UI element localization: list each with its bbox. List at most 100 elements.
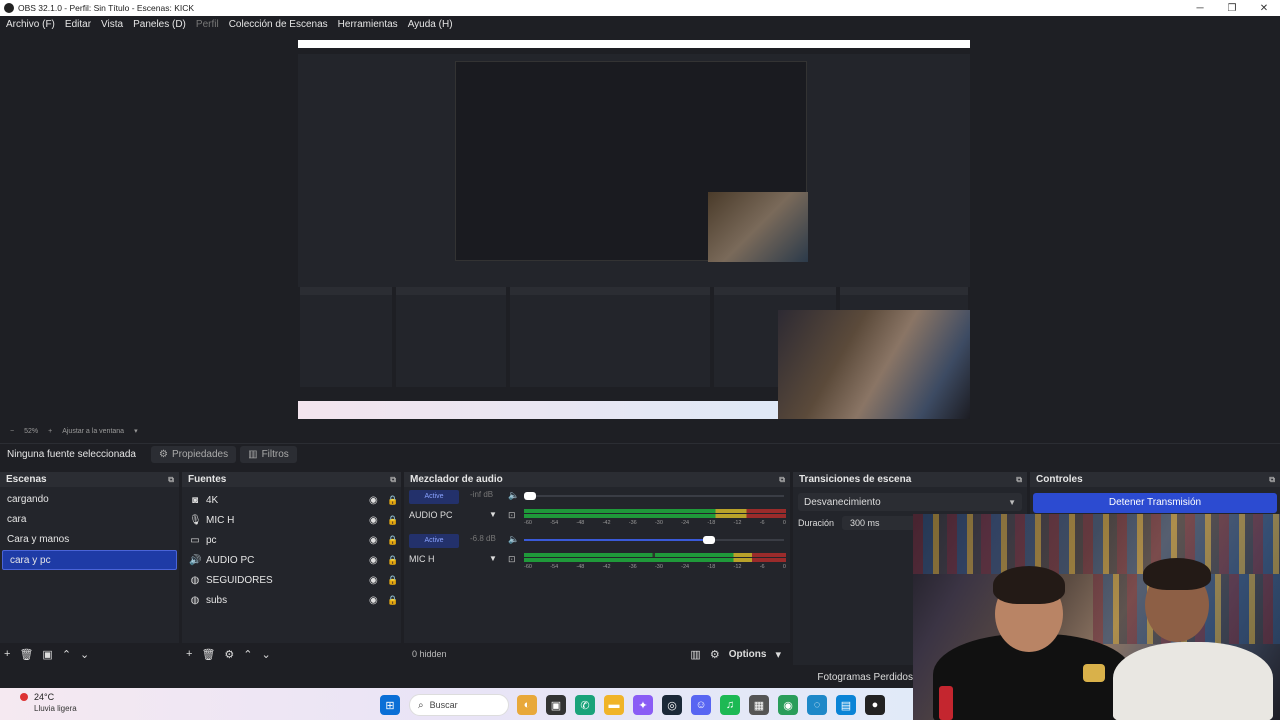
- copilot-icon[interactable]: ✦: [633, 695, 653, 715]
- undock-icon[interactable]: ⧉: [779, 475, 785, 485]
- eye-icon[interactable]: ◉: [369, 555, 383, 566]
- steam-icon[interactable]: ◎: [662, 695, 682, 715]
- spotify-icon[interactable]: ♫: [720, 695, 740, 715]
- chevron-down-icon[interactable]: ▼: [489, 554, 497, 563]
- menu-herramientas[interactable]: Herramientas: [338, 19, 398, 30]
- speaker-icon[interactable]: 🔈: [508, 490, 519, 501]
- eye-icon[interactable]: ◉: [369, 595, 383, 606]
- scene-item-cara-y-manos[interactable]: Cara y manos: [0, 530, 179, 550]
- volume-slider[interactable]: [524, 492, 784, 500]
- volume-slider[interactable]: [524, 536, 784, 544]
- window-title: OBS 32.1.0 - Perfil: Sin Título - Escena…: [18, 3, 195, 13]
- no-source-selected-label: Ninguna fuente seleccionada: [7, 449, 136, 460]
- zoom-in-button[interactable]: +: [48, 428, 52, 435]
- taskbar-search[interactable]: ⌕ Buscar: [409, 694, 509, 716]
- properties-button[interactable]: ⚙ Propiedades: [151, 446, 237, 463]
- move-down-icon[interactable]: ⌄: [262, 648, 271, 661]
- track-name: AUDIO PC: [409, 510, 453, 520]
- lock-icon[interactable]: 🔒: [387, 575, 401, 586]
- source-item-mic-h[interactable]: 🎙 MIC H ◉ 🔒: [182, 510, 401, 530]
- menu-paneles[interactable]: Paneles (D): [133, 19, 186, 30]
- undock-icon[interactable]: ⧉: [168, 475, 174, 485]
- duration-input[interactable]: 300 ms: [842, 516, 923, 530]
- trash-icon[interactable]: 🗑: [19, 648, 33, 661]
- zoom-out-button[interactable]: −: [10, 428, 14, 435]
- menu-ayuda[interactable]: Ayuda (H): [408, 19, 453, 30]
- maximize-button[interactable]: ❐: [1216, 3, 1248, 14]
- source-item-pc[interactable]: ▭ pc ◉ 🔒: [182, 530, 401, 550]
- scene-filters-icon[interactable]: ▣: [42, 648, 52, 661]
- meter-bar: [524, 509, 786, 513]
- scene-item-cara-y-pc[interactable]: cara y pc: [2, 550, 177, 570]
- eye-icon[interactable]: ◉: [369, 515, 383, 526]
- menu-archivo[interactable]: Archivo (F): [6, 19, 55, 30]
- transition-select[interactable]: Desvanecimiento ▼: [798, 493, 1022, 511]
- eye-icon[interactable]: ◉: [369, 535, 383, 546]
- close-button[interactable]: ✕: [1248, 3, 1280, 14]
- source-item-subs[interactable]: ◍ subs ◉ 🔒: [182, 590, 401, 610]
- move-down-icon[interactable]: ⌄: [80, 648, 89, 661]
- zoom-fit-select[interactable]: Ajustar a la ventana: [62, 428, 124, 435]
- options-button[interactable]: Options: [729, 649, 767, 660]
- photos-icon[interactable]: ▤: [836, 695, 856, 715]
- discord-icon[interactable]: ☺: [691, 695, 711, 715]
- move-up-icon[interactable]: ⌃: [62, 648, 71, 661]
- file-explorer-icon[interactable]: ▬: [604, 695, 624, 715]
- volume-knob[interactable]: [524, 492, 536, 500]
- taskbar-icons: ⊞ ⌕ Buscar ◐ ▣ ✆ ▬ ✦ ◎ ☺ ♫ ▦ ◉ ◌ ▤ ●: [380, 694, 894, 716]
- undock-icon[interactable]: ⧉: [1016, 475, 1022, 485]
- edge-icon[interactable]: ◌: [807, 695, 827, 715]
- menu-vista[interactable]: Vista: [101, 19, 123, 30]
- minimize-button[interactable]: ─: [1184, 3, 1216, 14]
- preview-area[interactable]: [0, 33, 1280, 425]
- weather-widget[interactable]: 24°C Lluvia ligera: [18, 692, 77, 714]
- windows-start-icon[interactable]: ⊞: [380, 695, 400, 715]
- monitor-icon[interactable]: ⊡: [508, 554, 516, 565]
- chevron-down-icon[interactable]: ▾: [134, 427, 138, 435]
- lock-icon[interactable]: 🔒: [387, 515, 401, 526]
- chrome-icon[interactable]: ◉: [778, 695, 798, 715]
- status-bar: Fotogramas Perdidos: [0, 668, 913, 688]
- eye-icon[interactable]: ◉: [369, 575, 383, 586]
- whatsapp-icon[interactable]: ✆: [575, 695, 595, 715]
- speaker-icon[interactable]: 🔈: [508, 534, 519, 545]
- obs-taskbar-icon[interactable]: ●: [865, 695, 885, 715]
- scenes-dock-footer: + 🗑 ▣ ⌃ ⌄: [0, 643, 179, 665]
- menu-coleccion-escenas[interactable]: Colección de Escenas: [229, 19, 328, 30]
- lock-icon[interactable]: 🔒: [387, 595, 401, 606]
- stop-stream-button[interactable]: Detener Transmisión: [1033, 493, 1277, 513]
- lock-icon[interactable]: 🔒: [387, 535, 401, 546]
- lock-icon[interactable]: 🔒: [387, 495, 401, 506]
- monitor-icon[interactable]: ⊡: [508, 510, 516, 521]
- add-scene-icon[interactable]: +: [4, 648, 10, 660]
- person-left-hair: [993, 566, 1065, 604]
- trash-icon[interactable]: 🗑: [201, 648, 215, 661]
- add-source-icon[interactable]: +: [186, 648, 192, 660]
- menu-editar[interactable]: Editar: [65, 19, 91, 30]
- scene-item-cargando[interactable]: cargando: [0, 490, 179, 510]
- scene-item-cara[interactable]: cara: [0, 510, 179, 530]
- move-up-icon[interactable]: ⌃: [243, 648, 252, 661]
- transitions-title: Transiciones de escena: [799, 474, 912, 485]
- task-view-icon[interactable]: ▣: [546, 695, 566, 715]
- source-item-4k[interactable]: ◙ 4K ◉ 🔒: [182, 490, 401, 510]
- source-name: 4K: [206, 494, 219, 506]
- source-item-seguidores[interactable]: ◍ SEGUIDORES ◉ 🔒: [182, 570, 401, 590]
- widgets-icon[interactable]: ◐: [517, 695, 537, 715]
- layout-icon[interactable]: ▥: [690, 648, 700, 661]
- chevron-down-icon[interactable]: ▼: [489, 510, 497, 519]
- undock-icon[interactable]: ⧉: [390, 475, 396, 485]
- preview-canvas[interactable]: [298, 40, 970, 419]
- lock-icon[interactable]: 🔒: [387, 555, 401, 566]
- gear-icon[interactable]: ⚙: [224, 648, 234, 661]
- calculator-icon[interactable]: ▦: [749, 695, 769, 715]
- chevron-down-icon[interactable]: ▾: [775, 648, 781, 661]
- source-item-audio-pc[interactable]: 🔊 AUDIO PC ◉ 🔒: [182, 550, 401, 570]
- undock-icon[interactable]: ⧉: [1269, 475, 1275, 485]
- menu-perfil[interactable]: Perfil: [196, 19, 219, 30]
- status-badge: Active: [409, 490, 459, 504]
- volume-knob[interactable]: [702, 536, 715, 544]
- eye-icon[interactable]: ◉: [369, 495, 383, 506]
- mixer-settings-icon[interactable]: ⚙: [710, 648, 720, 661]
- filters-button[interactable]: ▥ Filtros: [240, 446, 297, 463]
